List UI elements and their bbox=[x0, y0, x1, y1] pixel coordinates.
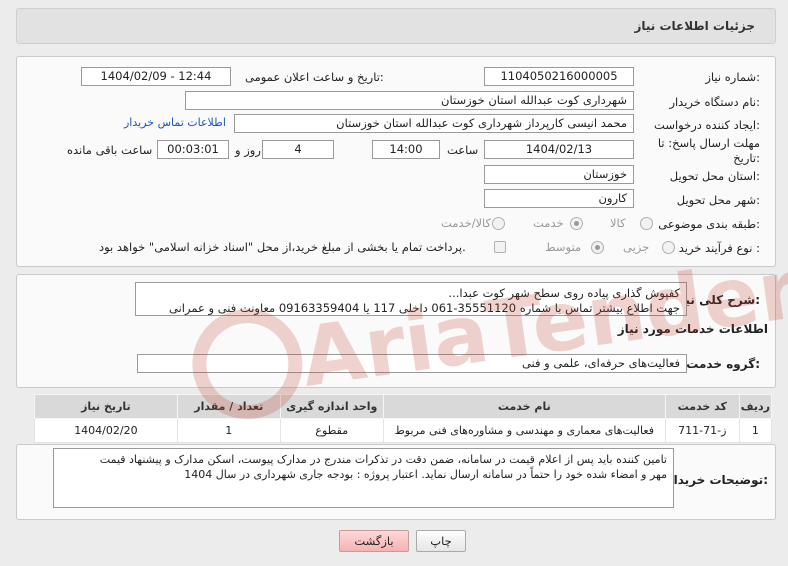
process-type-label: نوع فرآیند خرید : bbox=[678, 241, 760, 255]
remaining-time-field[interactable]: 00:03:01 bbox=[157, 140, 229, 159]
need-number-label: شماره نیاز: bbox=[705, 70, 760, 84]
col-row-number: ردیف bbox=[738, 394, 773, 419]
province-label: استان محل تحویل: bbox=[669, 169, 760, 183]
buyer-org-field[interactable]: شهرداری کوت عبدالله استان خوزستان bbox=[185, 91, 634, 110]
deadline-label: مهلت ارسال پاسخ: تا تاریخ: bbox=[657, 136, 760, 165]
cell-service-code: ز-71-711 bbox=[664, 418, 740, 443]
treasury-checkbox[interactable] bbox=[494, 241, 506, 253]
category-service-label: خدمت bbox=[533, 216, 564, 230]
buyer-notes-line-2: مهر و امضاء شده خود را حتماً در سامانه ا… bbox=[184, 468, 667, 481]
province-field[interactable]: خوزستان bbox=[484, 165, 634, 184]
col-need-date: تاریخ نیاز bbox=[34, 394, 178, 419]
table-header-row: ردیف کد خدمت نام خدمت واحد اندازه گیری ت… bbox=[34, 394, 773, 419]
summary-line-2: جهت اطلاع بیشتر تماس با شماره 35551120-0… bbox=[169, 301, 680, 315]
back-button[interactable]: بازگشت bbox=[339, 530, 409, 552]
col-service-name: نام خدمت bbox=[382, 394, 666, 419]
creator-field[interactable]: محمد انیسی کارپرداز شهرداری کوت عبدالله … bbox=[234, 114, 634, 133]
treasury-note: پرداخت تمام یا بخشی از مبلغ خرید،از محل … bbox=[99, 240, 466, 254]
summary-textarea[interactable]: کفپوش گذاری پیاده روی سطح شهر کوت عبدا..… bbox=[135, 282, 687, 316]
announce-datetime-field[interactable]: 1404/02/09 - 12:44 bbox=[81, 67, 231, 86]
buyer-notes-textarea[interactable]: تامین کننده باید پس از اعلام قیمت در سام… bbox=[53, 448, 674, 508]
cell-service-name: فعالیت‌های معماری و مهندسی و مشاوره‌های … bbox=[382, 418, 666, 443]
buyer-notes-label: توضیحات خریدار: bbox=[666, 473, 768, 487]
summary-line-1: کفپوش گذاری پیاده روی سطح شهر کوت عبدا..… bbox=[448, 286, 680, 300]
services-table: ردیف کد خدمت نام خدمت واحد اندازه گیری ت… bbox=[34, 394, 773, 443]
creator-label: ایجاد کننده درخواست: bbox=[654, 118, 760, 132]
category-service-radio[interactable] bbox=[570, 217, 583, 230]
deadline-time-label: ساعت bbox=[447, 143, 479, 157]
deadline-date-field[interactable]: 1404/02/13 bbox=[484, 140, 634, 159]
print-button[interactable]: چاپ bbox=[416, 530, 466, 552]
remaining-time-label: ساعت باقی مانده bbox=[67, 143, 153, 157]
buyer-contact-link[interactable]: اطلاعات تماس خریدار bbox=[124, 116, 226, 129]
col-quantity: تعداد / مقدار bbox=[176, 394, 281, 419]
cell-need-date: 1404/02/20 bbox=[34, 418, 178, 443]
cell-row-number: 1 bbox=[738, 418, 773, 443]
category-goods-label: کالا bbox=[610, 216, 626, 230]
days-field[interactable]: 4 bbox=[262, 140, 334, 159]
services-section-title: اطلاعات خدمات مورد نیاز bbox=[617, 322, 768, 336]
category-goods-radio[interactable] bbox=[640, 217, 653, 230]
city-field[interactable]: کارون bbox=[484, 189, 634, 208]
category-goods-service-radio[interactable] bbox=[492, 217, 505, 230]
page-header: جزئیات اطلاعات نیاز bbox=[16, 8, 776, 44]
category-goods-service-label: کالا/خدمت bbox=[441, 216, 492, 230]
category-label: طبقه بندی موضوعی: bbox=[658, 217, 760, 231]
cell-unit: مقطوع bbox=[279, 418, 384, 443]
process-minor-label: جزیی bbox=[623, 240, 650, 254]
page-title: جزئیات اطلاعات نیاز bbox=[634, 19, 755, 33]
col-service-code: کد خدمت bbox=[664, 394, 740, 419]
announce-datetime-label: تاریخ و ساعت اعلان عمومی: bbox=[245, 70, 384, 84]
buyer-org-label: نام دستگاه خریدار: bbox=[669, 95, 760, 109]
process-medium-label: متوسط bbox=[545, 240, 582, 254]
city-label: شهر محل تحویل: bbox=[676, 193, 760, 207]
service-group-label: گروه خدمت: bbox=[686, 357, 760, 371]
process-medium-radio[interactable] bbox=[591, 241, 604, 254]
buyer-notes-line-1: تامین کننده باید پس از اعلام قیمت در سام… bbox=[99, 453, 667, 466]
deadline-time-field[interactable]: 14:00 bbox=[372, 140, 440, 159]
col-unit: واحد اندازه گیری bbox=[279, 394, 384, 419]
process-minor-radio[interactable] bbox=[662, 241, 675, 254]
days-label: روز و bbox=[235, 143, 261, 157]
table-row[interactable]: 1 ز-71-711 فعالیت‌های معماری و مهندسی و … bbox=[34, 418, 773, 443]
cell-quantity: 1 bbox=[176, 418, 281, 443]
need-number-field[interactable]: 1104050216000005 bbox=[484, 67, 634, 86]
service-group-field[interactable]: فعالیت‌های حرفه‌ای، علمی و فنی bbox=[137, 354, 687, 373]
